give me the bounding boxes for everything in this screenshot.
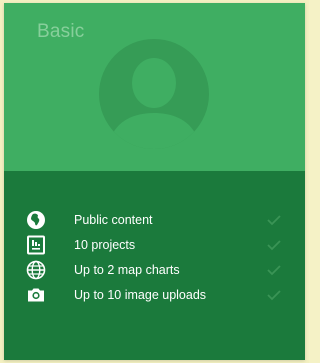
- check-icon: [267, 215, 281, 226]
- plan-card-header: Basic: [4, 3, 305, 171]
- feature-label: Up to 10 image uploads: [74, 288, 207, 302]
- feature-row-image-uploads: Up to 10 image uploads: [4, 285, 305, 307]
- feature-label: 10 projects: [74, 238, 136, 252]
- globe-africa-icon: [27, 211, 45, 229]
- check-icon: [267, 265, 281, 276]
- feature-row-map-charts: Up to 2 map charts: [4, 260, 305, 282]
- check-icon: [267, 290, 281, 301]
- feature-label: Public content: [74, 213, 153, 227]
- globe-grid-icon: [26, 260, 46, 280]
- person-avatar-icon: [99, 39, 209, 149]
- plan-features-panel: Public content 10 projects Up to 2 map c…: [4, 171, 305, 360]
- plan-title: Basic: [37, 21, 85, 42]
- chart-document-icon: [27, 235, 45, 255]
- feature-row-projects: 10 projects: [4, 235, 305, 257]
- feature-label: Up to 2 map charts: [74, 263, 180, 277]
- feature-row-public-content: Public content: [4, 210, 305, 232]
- camera-icon: [28, 288, 44, 302]
- plan-card-basic[interactable]: Basic Public content 10 projects Up to 2…: [4, 3, 305, 360]
- check-icon: [267, 240, 281, 251]
